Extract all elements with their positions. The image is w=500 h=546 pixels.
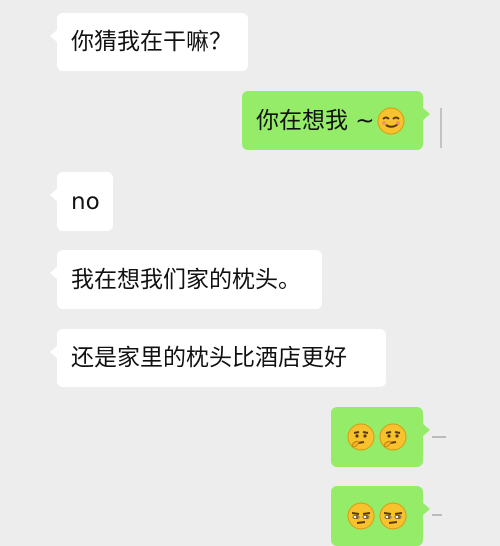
message-bubble-outgoing[interactable] [331, 407, 430, 467]
message-text: 你猜我在干嘛？ [71, 29, 232, 55]
message-text: 我在想我们家的枕头。 [71, 266, 301, 293]
message-text: 还是家里的枕头比酒店更好 [71, 345, 347, 371]
message-bubble-outgoing[interactable] [331, 486, 430, 546]
avatar-edge [432, 436, 446, 438]
thinking-face-icon [347, 423, 375, 451]
message-bubble-incoming[interactable]: 你猜我在干嘛？ [50, 13, 248, 71]
message-text: 你在想我 ~ [256, 107, 375, 134]
message-bubble-incoming[interactable]: 还是家里的枕头比酒店更好 [50, 329, 386, 387]
avatar-edge [440, 108, 442, 148]
skeptical-face-icon [379, 502, 407, 530]
avatar-edge [432, 514, 442, 516]
smirk-face-icon [377, 107, 405, 134]
message-bubble-incoming[interactable]: no [50, 172, 113, 231]
message-text: no [71, 188, 100, 215]
skeptical-face-icon [347, 502, 375, 530]
message-bubble-outgoing[interactable]: 你在想我 ~ [242, 91, 430, 150]
thinking-face-icon [379, 423, 407, 451]
message-bubble-incoming[interactable]: 我在想我们家的枕头。 [50, 250, 322, 309]
